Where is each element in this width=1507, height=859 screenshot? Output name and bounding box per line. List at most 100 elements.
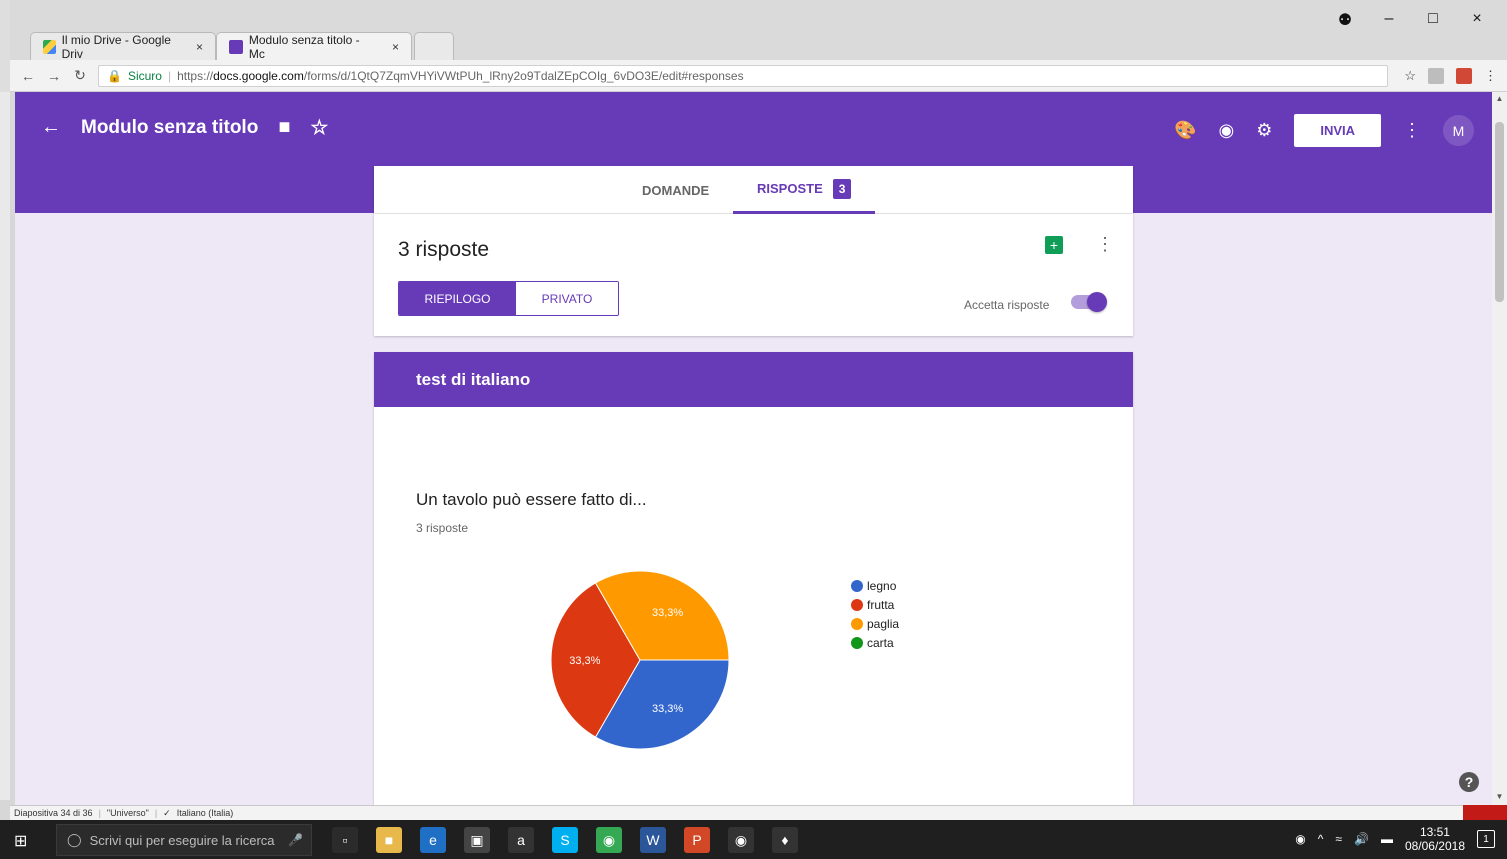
view-toggle: RIEPILOGO PRIVATO xyxy=(398,281,619,316)
preview-eye-icon[interactable]: ◉ xyxy=(1218,120,1234,141)
pie-slice-label: 33,3% xyxy=(569,655,600,667)
battery-icon[interactable]: ▬ xyxy=(1381,832,1393,846)
close-tab-icon[interactable]: × xyxy=(392,40,399,54)
microphone-icon[interactable]: 🎤 xyxy=(288,833,303,847)
game-icon[interactable]: ♦ xyxy=(772,827,798,853)
status-separator: | xyxy=(98,808,101,818)
slide-counter: Diapositiva 34 di 36 xyxy=(14,808,93,818)
amazon-icon[interactable]: a xyxy=(508,827,534,853)
responses-title: 3 risposte xyxy=(398,238,490,261)
browser-tab-drive[interactable]: Il mio Drive - Google Driv × xyxy=(30,32,216,61)
windows-taskbar: ⊞ ◯ Scrivi qui per eseguire la ricerca 🎤… xyxy=(0,820,1507,859)
file-explorer-icon[interactable]: ■ xyxy=(376,827,402,853)
search-placeholder: Scrivi qui per eseguire la ricerca xyxy=(89,832,275,848)
drive-icon xyxy=(43,39,56,54)
menu-kebab-icon[interactable]: ⋮ xyxy=(1484,68,1497,84)
legend-item-legno: legno xyxy=(851,576,899,595)
more-kebab-icon[interactable]: ⋮ xyxy=(1403,120,1421,141)
form-title[interactable]: Modulo senza titolo xyxy=(81,117,258,139)
task-view-icon[interactable]: ▫ xyxy=(332,827,358,853)
responses-menu-icon[interactable]: ⋮ xyxy=(1096,234,1114,255)
pie-slice-label: 33,3% xyxy=(652,703,683,715)
chart-legend: legno frutta paglia carta xyxy=(851,576,899,652)
legend-label: legno xyxy=(867,578,897,593)
browser-actions: ☆ ⋮ xyxy=(1404,67,1497,84)
sheets-icon[interactable]: + xyxy=(1045,236,1063,254)
system-tray: ◉ ^ ≈ 🔊 ▬ 13:51 08/06/2018 1 xyxy=(1295,825,1495,853)
back-arrow-icon[interactable]: ← xyxy=(41,116,61,139)
folder-icon[interactable]: ■ xyxy=(278,116,290,139)
help-icon[interactable]: ? xyxy=(1459,772,1479,792)
scroll-thumb[interactable] xyxy=(1495,122,1504,302)
legend-swatch xyxy=(851,617,863,630)
legend-label: carta xyxy=(867,635,894,650)
legend-label: frutta xyxy=(867,597,895,612)
legend-item-frutta: frutta xyxy=(851,595,899,614)
cortana-icon: ◯ xyxy=(67,832,82,847)
taskbar-search[interactable]: ◯ Scrivi qui per eseguire la ricerca 🎤 xyxy=(56,824,312,856)
powerpoint-icon[interactable]: P xyxy=(684,827,710,853)
forms-app: ← Modulo senza titolo ■ ☆ 🎨 ◉ ⚙ INVIA ⋮ … xyxy=(15,92,1492,805)
language-label[interactable]: Italiano (Italia) xyxy=(177,808,234,818)
chevron-up-icon[interactable]: ^ xyxy=(1318,832,1324,846)
scroll-up-icon[interactable]: ▲ xyxy=(1495,94,1504,103)
tab-responses[interactable]: RISPOSTE 3 xyxy=(733,166,876,214)
browser-tab-forms[interactable]: Modulo senza titolo - Mc × xyxy=(216,32,412,61)
extension-icon[interactable] xyxy=(1428,67,1444,84)
editor-tabs: DOMANDE RISPOSTE 3 xyxy=(374,166,1133,214)
tripadvisor-icon[interactable]: ◉ xyxy=(596,827,622,853)
windows-start-icon[interactable]: ⊞ xyxy=(14,831,27,851)
pie-slice-label: 33,3% xyxy=(652,607,683,619)
edge-icon[interactable]: e xyxy=(420,827,446,853)
word-icon[interactable]: W xyxy=(640,827,666,853)
browser-chrome: Il mio Drive - Google Driv × Modulo senz… xyxy=(0,0,1507,92)
header-title-group: ← Modulo senza titolo ■ ☆ xyxy=(41,115,328,140)
avatar[interactable]: M xyxy=(1443,115,1474,146)
summary-button[interactable]: RIEPILOGO xyxy=(399,282,516,315)
new-tab-button[interactable] xyxy=(414,32,454,60)
url-text: https://docs.google.com/forms/d/1QtQ7Zqm… xyxy=(177,68,744,83)
minimize-button[interactable]: – xyxy=(1381,10,1397,30)
individual-button[interactable]: PRIVATO xyxy=(516,282,618,315)
question-title: Un tavolo può essere fatto di... xyxy=(416,490,647,509)
lock-icon: 🔒 xyxy=(107,68,122,83)
section-title: test di italiano xyxy=(374,352,1133,407)
volume-icon[interactable]: 🔊 xyxy=(1354,832,1369,846)
responses-card: DOMANDE RISPOSTE 3 3 risposte + ⋮ RIEPIL… xyxy=(374,166,1133,336)
bookmark-star-icon[interactable]: ☆ xyxy=(1404,68,1416,84)
powerpoint-status-bar: Diapositiva 34 di 36 | "Universo" | ✓ It… xyxy=(10,805,1507,820)
status-separator: | xyxy=(154,808,158,818)
tray-app-icon[interactable]: ◉ xyxy=(1295,832,1305,846)
send-button[interactable]: INVIA xyxy=(1294,114,1381,147)
legend-item-carta: carta xyxy=(851,633,899,652)
store-icon[interactable]: ▣ xyxy=(464,827,490,853)
reload-icon[interactable]: ↻ xyxy=(72,67,88,84)
profile-icon[interactable]: ⚉ xyxy=(1337,10,1353,30)
clock-time: 13:51 xyxy=(1419,825,1450,839)
pocket-extension-icon[interactable] xyxy=(1456,67,1472,84)
maximize-button[interactable]: □ xyxy=(1425,10,1441,30)
address-bar[interactable]: 🔒 Sicuro | https://docs.google.com/forms… xyxy=(98,64,1389,87)
close-window-button[interactable]: × xyxy=(1469,10,1485,30)
scroll-down-icon[interactable]: ▼ xyxy=(1495,792,1504,801)
back-icon[interactable]: ← xyxy=(20,68,36,84)
tab-strip: Il mio Drive - Google Driv × Modulo senz… xyxy=(10,0,1507,61)
chrome-icon[interactable]: ◉ xyxy=(728,827,754,853)
toggle-knob[interactable] xyxy=(1087,292,1107,312)
wifi-icon[interactable]: ≈ xyxy=(1335,832,1342,846)
question-summary-card: test di italiano Un tavolo può essere fa… xyxy=(374,352,1133,805)
spellcheck-icon[interactable]: ✓ xyxy=(163,808,171,819)
browser-tab-label: Il mio Drive - Google Driv xyxy=(61,32,171,61)
star-icon[interactable]: ☆ xyxy=(310,115,328,140)
pinned-apps: ▫ ■ e ▣ a S ◉ W P ◉ ♦ xyxy=(332,827,798,853)
skype-icon[interactable]: S xyxy=(552,827,578,853)
close-tab-icon[interactable]: × xyxy=(196,40,203,54)
clock[interactable]: 13:51 08/06/2018 xyxy=(1405,825,1465,853)
forward-icon[interactable]: → xyxy=(46,68,62,84)
notifications-icon[interactable]: 1 xyxy=(1477,830,1495,848)
settings-gear-icon[interactable]: ⚙ xyxy=(1256,120,1272,141)
palette-icon[interactable]: 🎨 xyxy=(1174,120,1196,141)
page-scrollbar[interactable]: ▲ ▼ xyxy=(1492,92,1507,805)
pie-chart: 33,3% 33,3% 33,3% xyxy=(550,570,730,750)
tab-questions[interactable]: DOMANDE xyxy=(642,166,709,214)
